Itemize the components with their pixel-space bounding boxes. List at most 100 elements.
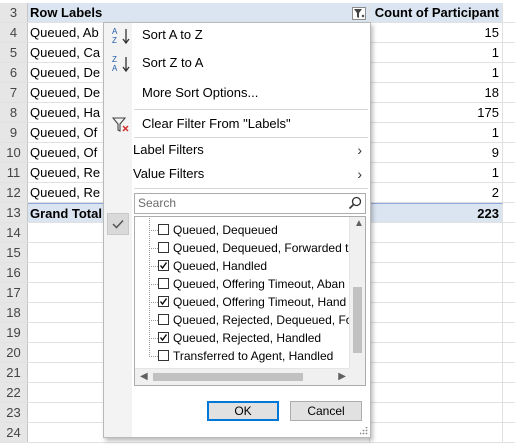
row-number[interactable]: 18 (0, 303, 28, 322)
filter-value-label: Queued, Dequeued (173, 223, 278, 237)
empty-cell[interactable] (370, 343, 503, 362)
row-number[interactable]: 4 (0, 23, 28, 42)
menu-separator (134, 188, 368, 189)
sort-ascending-icon: A Z (112, 27, 132, 53)
empty-cell[interactable] (370, 243, 503, 262)
count-header[interactable]: Count of Participant (370, 3, 503, 22)
row-number[interactable]: 16 (0, 263, 28, 282)
row-number[interactable]: 8 (0, 103, 28, 122)
label-filters-label: Label Filters (133, 142, 204, 157)
row-number[interactable]: 24 (0, 423, 28, 442)
row-number[interactable]: 12 (0, 183, 28, 202)
tree-connector (149, 320, 158, 339)
horizontal-scrollbar[interactable]: ◀ ▶ (135, 368, 349, 385)
checkbox-unchecked-icon[interactable] (158, 242, 169, 253)
tree-connector (149, 266, 158, 285)
resize-grip-icon[interactable] (360, 427, 368, 435)
checkbox-unchecked-icon[interactable] (158, 278, 169, 289)
sort-z-to-a-label: Sort Z to A (142, 55, 204, 70)
count-cell[interactable]: 1 (370, 63, 503, 82)
sort-z-to-a-item[interactable]: Z A Sort Z to A (104, 51, 370, 75)
row-number[interactable]: 6 (0, 63, 28, 82)
count-cell[interactable]: 175 (370, 103, 503, 122)
empty-cell[interactable] (370, 383, 503, 402)
empty-cell[interactable] (370, 403, 503, 422)
row-number[interactable]: 22 (0, 383, 28, 402)
cancel-button[interactable]: Cancel (290, 401, 362, 421)
checkbox-checked-icon[interactable] (158, 332, 169, 343)
ok-button[interactable]: OK (207, 401, 279, 421)
count-cell[interactable]: 9 (370, 143, 503, 162)
empty-cell[interactable] (370, 223, 503, 242)
tree-connector (149, 248, 158, 267)
sort-a-to-z-item[interactable]: A Z Sort A to Z (104, 23, 370, 47)
row-number[interactable]: 7 (0, 83, 28, 102)
checkbox-unchecked-icon[interactable] (158, 314, 169, 325)
svg-text:Z: Z (112, 55, 117, 64)
chevron-right-icon: › (357, 142, 362, 158)
svg-text:Z: Z (112, 36, 117, 45)
filter-value-label: Queued, Dequeued, Forwarded to (173, 241, 356, 255)
scroll-corner (349, 368, 365, 385)
tree-connector (149, 302, 158, 321)
scrollbar-thumb[interactable] (153, 373, 303, 381)
selected-filter-check-icon (107, 213, 129, 235)
value-filters-item[interactable]: Value Filters › (104, 162, 370, 186)
empty-cell[interactable] (370, 303, 503, 322)
tree-connector (149, 284, 158, 303)
svg-text:A: A (112, 64, 118, 73)
scroll-right-icon[interactable]: ▶ (338, 372, 346, 382)
row-number[interactable]: 11 (0, 163, 28, 182)
row-number[interactable]: 9 (0, 123, 28, 142)
more-sort-options-item[interactable]: More Sort Options... (104, 81, 370, 105)
filter-dropdown-button[interactable] (352, 7, 366, 20)
filter-dropdown-menu: A Z Sort A to Z Z A Sort Z to A More Sor… (103, 22, 371, 438)
tree-connector (149, 338, 158, 357)
row-number[interactable]: 17 (0, 283, 28, 302)
label-filters-item[interactable]: Label Filters › (104, 138, 370, 162)
row-labels-header[interactable]: Row Labels (28, 3, 370, 22)
scroll-left-icon[interactable]: ◀ (140, 372, 148, 382)
count-cell[interactable]: 2 (370, 183, 503, 202)
checkbox-unchecked-icon[interactable] (158, 350, 169, 361)
search-input[interactable]: Search (134, 193, 366, 214)
clear-filter-item[interactable]: Clear Filter From "Labels" (104, 112, 370, 136)
count-cell[interactable]: 15 (370, 23, 503, 42)
vertical-scrollbar[interactable]: ▲ (349, 217, 365, 369)
filter-value-label: Queued, Offering Timeout, Aban (173, 277, 345, 291)
checkbox-unchecked-icon[interactable] (158, 224, 169, 235)
row-number[interactable]: 14 (0, 223, 28, 242)
scroll-up-icon[interactable]: ▲ (354, 219, 364, 229)
filter-values-list[interactable]: Queued, Dequeued Queued, Dequeued, Forwar… (134, 216, 366, 386)
empty-cell[interactable] (370, 363, 503, 382)
row-number[interactable]: 19 (0, 323, 28, 342)
empty-cell[interactable] (370, 323, 503, 342)
checkbox-checked-icon[interactable] (158, 296, 169, 307)
sort-a-to-z-label: Sort A to Z (142, 27, 203, 42)
chevron-right-icon: › (357, 166, 362, 182)
filter-value-label: Queued, Offering Timeout, Hand (173, 295, 347, 309)
count-cell[interactable]: 223 (370, 203, 503, 222)
scrollbar-thumb[interactable] (353, 287, 362, 353)
row-number[interactable]: 5 (0, 43, 28, 62)
row-number[interactable]: 23 (0, 403, 28, 422)
count-cell[interactable]: 18 (370, 83, 503, 102)
row-number[interactable]: 10 (0, 143, 28, 162)
filter-value-label: Transferred to Agent, Handled (173, 349, 334, 363)
empty-cell[interactable] (370, 263, 503, 282)
empty-cell[interactable] (370, 283, 503, 302)
clear-filter-label: Clear Filter From "Labels" (142, 116, 291, 131)
row-number[interactable]: 13 (0, 203, 28, 222)
count-cell[interactable]: 1 (370, 163, 503, 182)
row-number[interactable]: 15 (0, 243, 28, 262)
row-number[interactable]: 3 (0, 3, 28, 22)
checkbox-checked-icon[interactable] (158, 260, 169, 271)
count-cell[interactable]: 1 (370, 43, 503, 62)
filter-funnel-icon (354, 9, 365, 18)
empty-cell[interactable] (370, 423, 503, 442)
row-number[interactable]: 20 (0, 343, 28, 362)
svg-text:A: A (112, 27, 118, 36)
count-cell[interactable]: 1 (370, 123, 503, 142)
row-number[interactable]: 21 (0, 363, 28, 382)
more-sort-options-label: More Sort Options... (142, 85, 259, 100)
